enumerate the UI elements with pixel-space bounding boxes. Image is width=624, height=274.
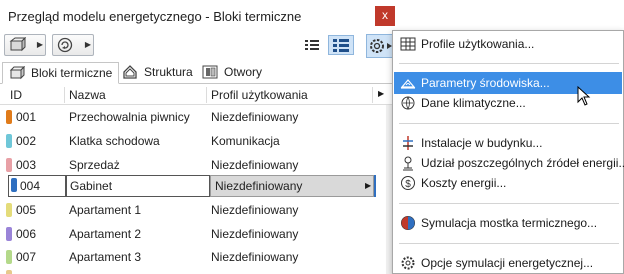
tab-thermal-blocks[interactable]: Bloki termiczne	[2, 62, 120, 84]
selection-marker	[374, 175, 376, 197]
table-row[interactable]: 001 Przechowalnia piwnicy Niezdefiniowan…	[0, 105, 384, 129]
row-id: 001	[16, 110, 37, 124]
detail-view-button[interactable]	[328, 35, 354, 55]
toolbar: ▶ ▶	[0, 32, 398, 60]
menu-item-thermal-bridge-simulation[interactable]: Symulacja mostka termicznego...	[394, 212, 622, 234]
table-row[interactable]	[0, 266, 384, 274]
table-row[interactable]: 002 Klatka schodowa Komunikacja	[0, 129, 384, 153]
menu-item-label: Dane klimatyczne...	[421, 96, 526, 110]
row-profile[interactable]: Niezdefiniowany	[211, 250, 298, 264]
thermal-block-icon	[9, 66, 25, 80]
row-id: 004	[20, 179, 41, 193]
energy-model-review-window: Przegląd modelu energetycznego - Bloki t…	[0, 0, 398, 274]
row-id: 003	[16, 158, 37, 172]
dropdown-arrow-icon: ▶	[84, 40, 91, 49]
thermal-bridge-icon	[401, 216, 415, 230]
model-cube-icon	[9, 37, 26, 52]
row-name: Apartament 1	[69, 203, 142, 217]
menu-item-label: Koszty energii...	[421, 176, 507, 190]
tab-label: Bloki termiczne	[31, 66, 113, 80]
detail-view-icon	[333, 39, 349, 52]
table-header: ID Nazwa Profil użytkowania ▶	[0, 85, 398, 105]
menu-item-label: Symulacja mostka termicznego...	[421, 216, 598, 230]
dropdown-arrow-icon[interactable]: ▶	[365, 181, 371, 190]
color-swatch	[11, 178, 17, 192]
color-swatch	[6, 158, 12, 172]
energy-sources-icon	[403, 156, 413, 171]
tab-openings[interactable]: Otwory	[196, 62, 268, 84]
menu-separator	[399, 203, 619, 204]
list-view-icon	[305, 40, 319, 50]
row-name: Gabinet	[70, 179, 113, 193]
menu-item-energy-costs[interactable]: $ Koszty energii...	[394, 172, 622, 194]
menu-separator	[399, 123, 619, 124]
menu-item-label: Instalacje w budynku...	[421, 136, 543, 150]
list-view-button[interactable]	[300, 35, 324, 55]
row-profile[interactable]: Niezdefiniowany	[211, 203, 298, 217]
menu-item-usage-profiles[interactable]: Profile użytkowania...	[394, 33, 622, 55]
column-menu-arrow-icon[interactable]: ▶	[378, 89, 384, 98]
dropdown-arrow-icon: ▶	[36, 40, 43, 49]
color-swatch	[6, 203, 12, 217]
row-name: Klatka schodowa	[69, 134, 160, 148]
color-swatch	[6, 134, 12, 148]
color-swatch	[6, 227, 12, 241]
menu-item-building-systems[interactable]: Instalacje w budynku...	[394, 132, 622, 154]
row-id: 007	[16, 250, 37, 264]
refresh-button[interactable]: ▶	[52, 34, 94, 56]
row-profile[interactable]: Niezdefiniowany	[211, 110, 298, 124]
menu-item-label: Opcje symulacji energetycznej...	[421, 256, 594, 270]
window-opening-icon	[202, 65, 218, 79]
mouse-cursor-icon	[577, 86, 591, 106]
color-swatch	[6, 110, 12, 124]
row-profile[interactable]: Niezdefiniowany	[211, 158, 298, 172]
color-swatch	[6, 270, 12, 274]
row-name: Apartament 2	[69, 227, 142, 241]
row-profile[interactable]: Niezdefiniowany	[211, 227, 298, 241]
row-name: Przechowalnia piwnicy	[69, 110, 190, 124]
row-profile[interactable]: Komunikacja	[211, 134, 280, 148]
tab-label: Otwory	[224, 65, 263, 79]
row-profile: Niezdefiniowany	[215, 179, 303, 193]
refresh-icon	[57, 37, 73, 53]
house-outline-icon	[123, 65, 137, 79]
climate-data-icon	[401, 96, 415, 110]
building-systems-icon	[403, 136, 413, 150]
title-bar: Przegląd modelu energetycznego - Bloki t…	[0, 0, 398, 32]
column-header-profile[interactable]: Profil użytkowania	[211, 88, 308, 102]
row-name: Sprzedaż	[69, 158, 120, 172]
row-id: 006	[16, 227, 37, 241]
column-header-id[interactable]: ID	[10, 88, 22, 102]
color-swatch	[6, 250, 12, 264]
svg-text:$: $	[405, 179, 411, 190]
menu-item-energy-simulation-options[interactable]: Opcje symulacji energetycznej...	[394, 252, 622, 274]
row-id: 002	[16, 134, 37, 148]
table-row-selected[interactable]: 004 Gabinet Niezdefiniowany ▶	[0, 174, 384, 198]
menu-item-label: Parametry środowiska...	[421, 76, 550, 90]
close-button[interactable]: x	[375, 6, 395, 26]
menu-separator	[399, 63, 619, 64]
table-row[interactable]: 005 Apartament 1 Niezdefiniowany	[0, 198, 384, 222]
menu-item-energy-sources-share[interactable]: Udział poszczególnych źródeł energii...	[394, 152, 624, 174]
window-title: Przegląd modelu energetycznego - Bloki t…	[8, 9, 302, 24]
simulation-options-icon	[401, 256, 415, 270]
table-grid-icon	[400, 37, 416, 51]
column-header-name[interactable]: Nazwa	[69, 88, 106, 102]
model-tools-button[interactable]: ▶	[4, 34, 46, 56]
settings-popup-menu: Profile użytkowania... Parametry środowi…	[392, 30, 624, 274]
menu-item-label: Profile użytkowania...	[421, 37, 535, 51]
table-row[interactable]: 006 Apartament 2 Niezdefiniowany	[0, 222, 384, 246]
row-id: 005	[16, 203, 37, 217]
row-name: Apartament 3	[69, 250, 142, 264]
tab-label: Struktura	[144, 65, 193, 79]
environment-icon	[400, 79, 416, 89]
tab-structure[interactable]: Struktura	[116, 62, 199, 84]
gear-icon	[370, 39, 392, 53]
tab-bar: Bloki termiczne Struktura Otwory	[0, 60, 398, 84]
energy-cost-icon: $	[401, 176, 415, 190]
menu-item-label: Udział poszczególnych źródeł energii...	[421, 156, 624, 170]
menu-separator	[399, 243, 619, 244]
